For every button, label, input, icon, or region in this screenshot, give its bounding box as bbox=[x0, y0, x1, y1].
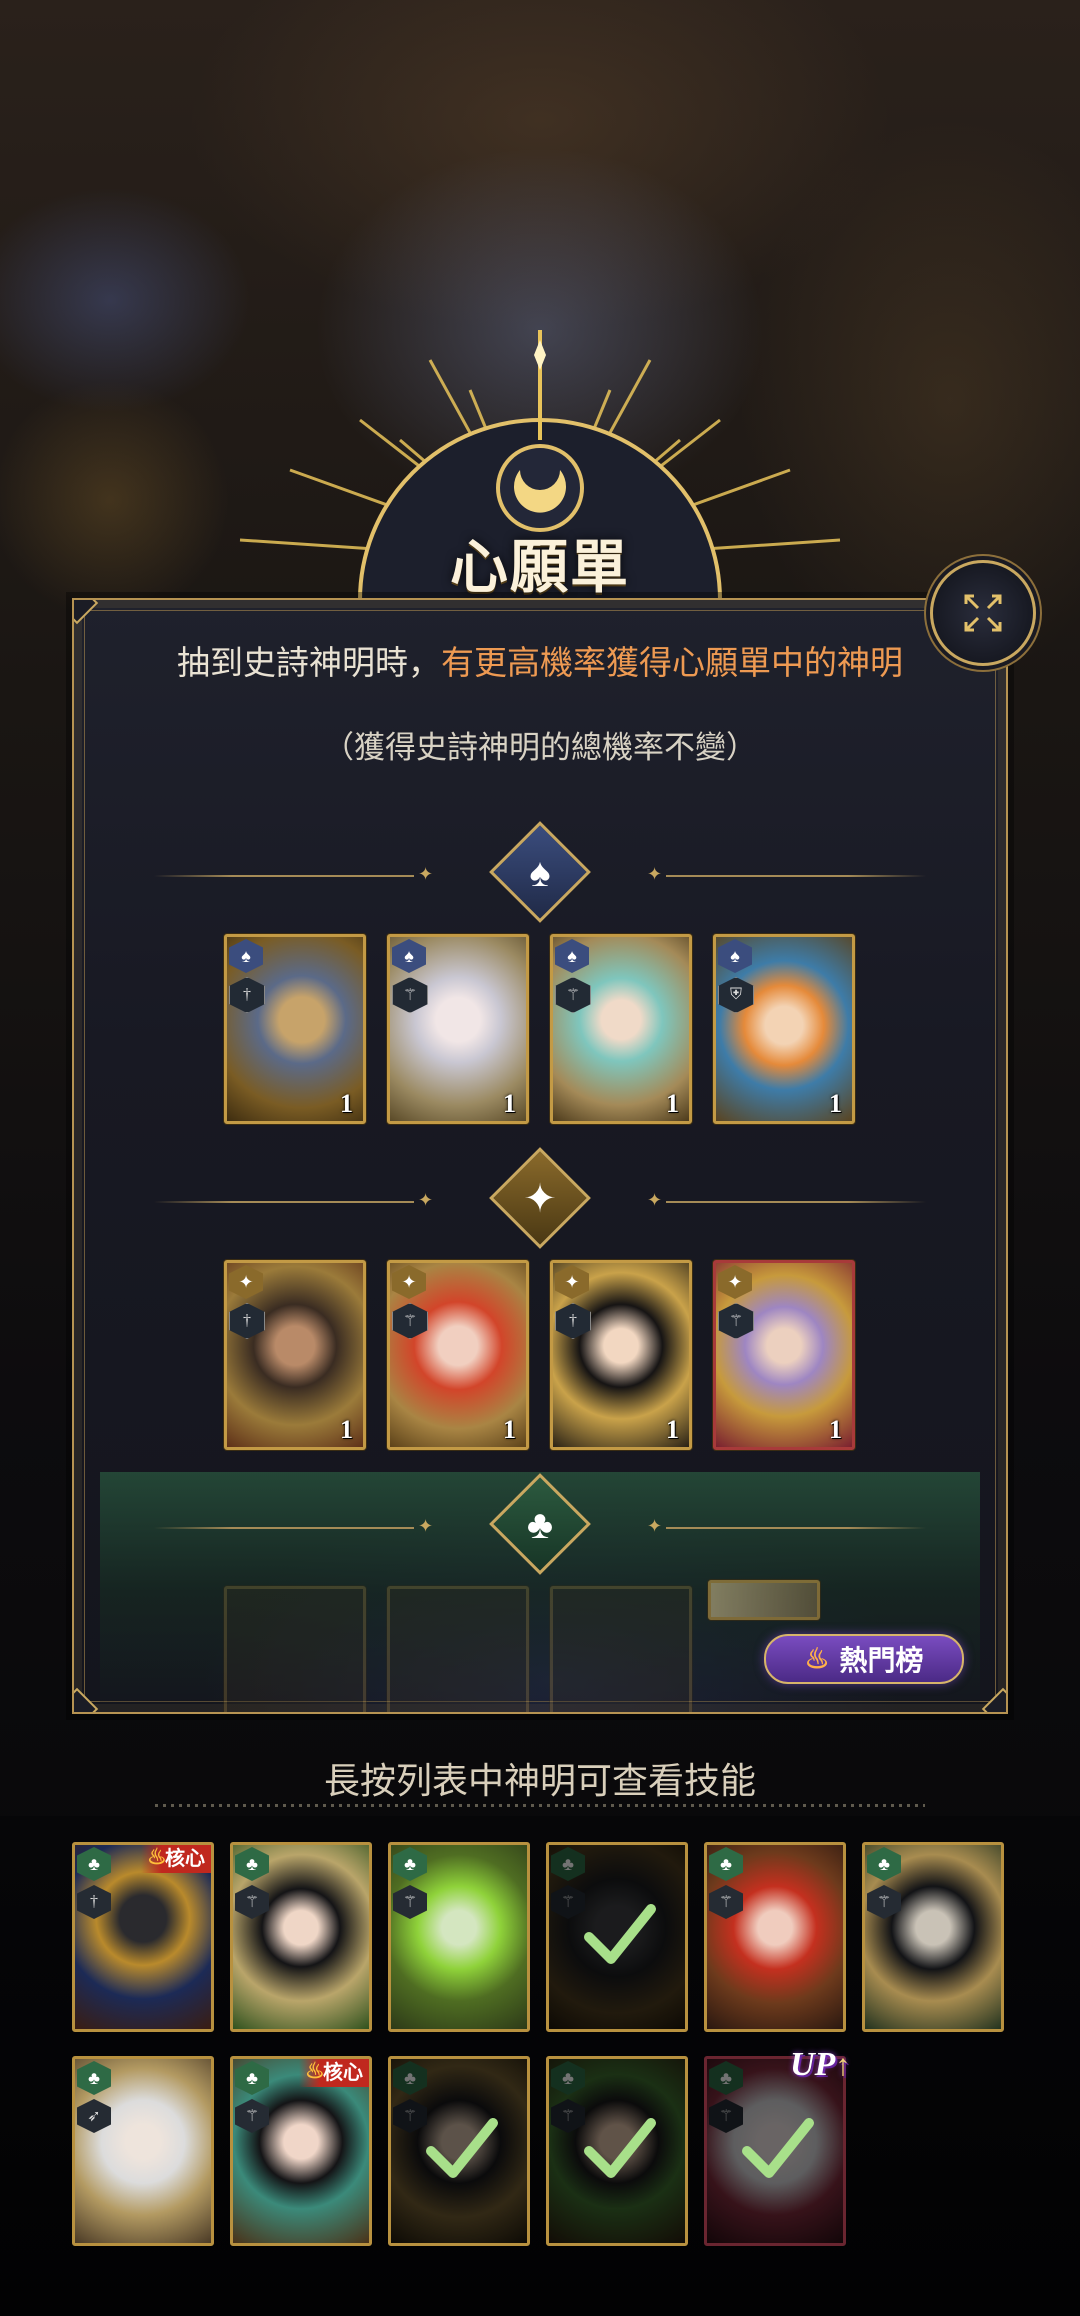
diamond-divider: ✦ ✦ ✦ bbox=[154, 1147, 926, 1249]
roster-card-7[interactable]: ♣ ➶ bbox=[72, 2056, 214, 2246]
wish-slot-club-2[interactable] bbox=[387, 1586, 529, 1712]
spade-divider: ✦ ♠ ✦ bbox=[154, 821, 926, 923]
panel-corner bbox=[74, 1687, 99, 1712]
arrow-up-icon: ↑ bbox=[835, 2049, 851, 2082]
panel-corner bbox=[74, 600, 99, 625]
wish-slot-spade-3[interactable]: ♠ ⚚ 1 bbox=[550, 934, 692, 1124]
spade-emblem: ♠ bbox=[489, 821, 591, 923]
slot-count: 1 bbox=[340, 1089, 353, 1118]
roster-card-6[interactable]: ♣ ⚚ bbox=[862, 1842, 1004, 2032]
roster-card-4[interactable]: ♣ ⚚ bbox=[546, 1842, 688, 2032]
slot-count: 1 bbox=[340, 1415, 353, 1444]
wish-slot-diamond-3[interactable]: ✦ † 1 bbox=[550, 1260, 692, 1450]
wish-slot-spade-1[interactable]: ♠ † 1 bbox=[224, 934, 366, 1124]
roster-card-3[interactable]: ♣ ⚚ bbox=[388, 1842, 530, 2032]
check-icon bbox=[584, 2118, 656, 2178]
description-highlight: 有更高機率獲得心願單中的神明 bbox=[441, 646, 903, 682]
slot-count: 1 bbox=[829, 1089, 842, 1118]
description: 抽到史詩神明時，有更高機率獲得心願單中的神明 bbox=[74, 636, 1006, 684]
roster-card-8[interactable]: ♣ ⚚ ♨ 核心 bbox=[230, 2056, 372, 2246]
wish-slot-diamond-4[interactable]: ✦ ⚚ 1 bbox=[713, 1260, 855, 1450]
check-icon bbox=[742, 2118, 814, 2178]
roster-card-11[interactable]: ♣ ⚚ bbox=[704, 2056, 846, 2246]
club-emblem: ♣ bbox=[489, 1473, 591, 1575]
flame-icon: ♨ bbox=[804, 1644, 830, 1675]
wish-slot-spade-2[interactable]: ♠ ⚚ 1 bbox=[387, 934, 529, 1124]
wish-slot-club-4[interactable] bbox=[708, 1580, 820, 1620]
check-icon bbox=[584, 1904, 656, 1964]
club-icon: ♣ bbox=[526, 1501, 554, 1547]
flame-icon: ♨ bbox=[305, 2058, 325, 2083]
wish-slot-club-3[interactable] bbox=[550, 1586, 692, 1712]
slot-count: 1 bbox=[666, 1089, 679, 1118]
core-tag: ♨ 核心 bbox=[141, 1845, 211, 1873]
roster-card-10[interactable]: ♣ ⚚ bbox=[546, 2056, 688, 2246]
diamond-emblem: ✦ bbox=[489, 1147, 591, 1249]
wish-slot-club-1[interactable] bbox=[224, 1586, 366, 1712]
close-icon bbox=[964, 594, 1002, 632]
core-tag: ♨ 核心 bbox=[299, 2059, 369, 2087]
spade-icon: ♠ bbox=[529, 849, 551, 895]
hot-list-label: 熱門榜 bbox=[839, 1646, 924, 1677]
wish-slot-spade-4[interactable]: ♠ ⛨ 1 bbox=[713, 934, 855, 1124]
long-press-hint: 長按列表中神明可查看技能 bbox=[323, 1761, 756, 1801]
club-divider: ✦ ♣ ✦ bbox=[154, 1473, 926, 1575]
hint-divider bbox=[155, 1804, 925, 1807]
check-icon bbox=[426, 2118, 498, 2178]
wish-slot-diamond-1[interactable]: ✦ † 1 bbox=[224, 1260, 366, 1450]
slot-count: 1 bbox=[503, 1089, 516, 1118]
diamond-icon: ✦ bbox=[523, 1175, 557, 1221]
up-tag: UP↑ bbox=[790, 2046, 851, 2083]
wishlist-panel: 抽到史詩神明時，有更高機率獲得心願單中的神明 （獲得史詩神明的總機率不變） ✦ … bbox=[72, 598, 1008, 1714]
roster-card-5[interactable]: ♣ ⚚ bbox=[704, 1842, 846, 2032]
roster-card-2[interactable]: ♣ ⚚ bbox=[230, 1842, 372, 2032]
description-note: （獲得史詩神明的總機率不變） bbox=[323, 730, 757, 765]
flame-icon: ♨ bbox=[147, 1844, 167, 1869]
roster-card-1[interactable]: ♣ † ♨ 核心 bbox=[72, 1842, 214, 2032]
slot-count: 1 bbox=[666, 1415, 679, 1444]
slot-count: 1 bbox=[503, 1415, 516, 1444]
description-prefix: 抽到史詩神明時， bbox=[177, 646, 441, 682]
hot-list-button[interactable]: ♨ 熱門榜 bbox=[764, 1634, 964, 1684]
slot-count: 1 bbox=[829, 1415, 842, 1444]
page-title: 心願單 bbox=[449, 535, 630, 600]
wish-slot-diamond-2[interactable]: ✦ ⚚ 1 bbox=[387, 1260, 529, 1450]
close-button[interactable] bbox=[930, 560, 1036, 666]
panel-corner bbox=[981, 1687, 1006, 1712]
roster-card-9[interactable]: ♣ ⚚ bbox=[388, 2056, 530, 2246]
